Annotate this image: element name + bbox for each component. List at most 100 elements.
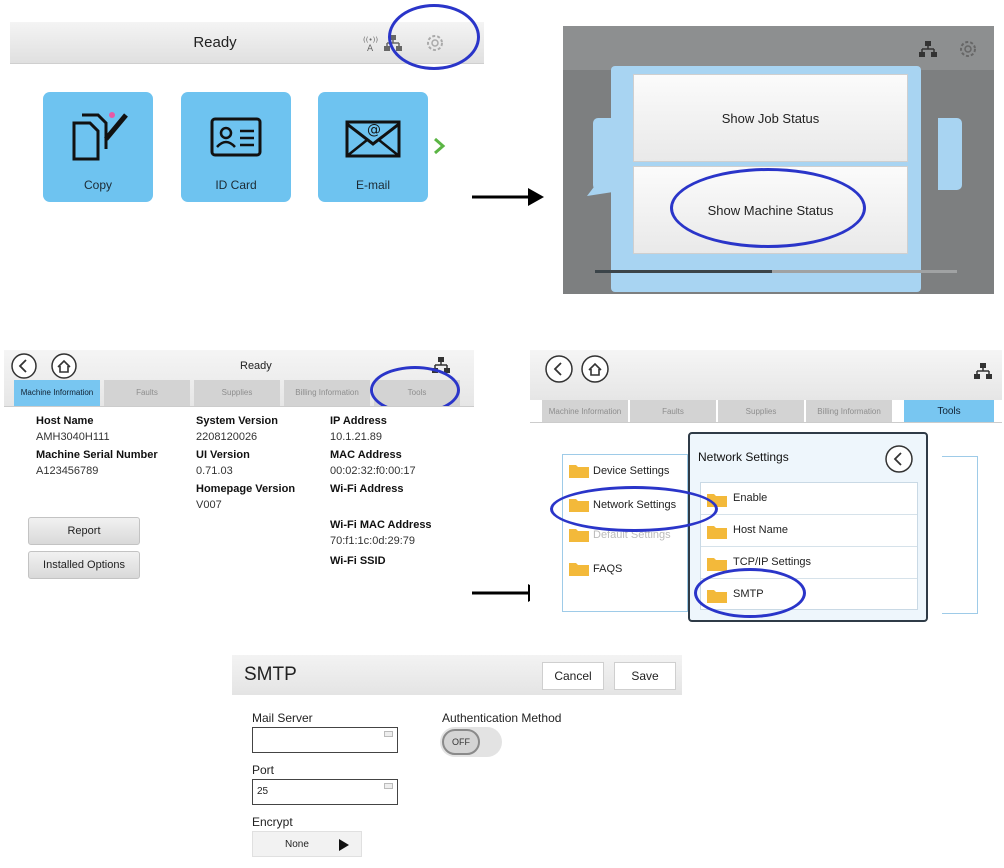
dialog-title: Network Settings [698, 450, 789, 464]
homepage-version-label: Homepage Version [196, 483, 296, 495]
tab-faults[interactable]: Faults [104, 380, 190, 406]
svg-text:((•)): ((•)) [363, 36, 378, 44]
status-text: Ready [240, 360, 272, 372]
header: SMTP Cancel Save [232, 655, 682, 695]
highlight-circle [670, 168, 866, 248]
list-item-label: Enable [733, 492, 768, 504]
tab-faults[interactable]: Faults [630, 400, 716, 424]
tab-billing-information[interactable]: Billing Information [284, 380, 370, 406]
show-job-status-button[interactable]: Show Job Status [633, 74, 908, 162]
arrow-icon [470, 186, 546, 208]
svg-text:@: @ [367, 122, 381, 138]
folder-icon [569, 561, 589, 576]
tile-label: E-mail [355, 178, 390, 192]
settings-gear-icon[interactable] [957, 38, 979, 60]
tab-supplies[interactable]: Supplies [718, 400, 804, 424]
list-item-faqs[interactable]: FAQS [593, 563, 622, 575]
id-card-icon [181, 104, 291, 170]
back-icon[interactable] [884, 444, 914, 474]
copy-icon [43, 104, 153, 170]
encrypt-value: None [285, 839, 309, 850]
port-label: Port [252, 763, 275, 777]
email-icon: @ [318, 104, 428, 170]
toggle-state: OFF [452, 737, 470, 747]
ui-version-label: UI Version [196, 449, 250, 461]
toggle-knob: OFF [442, 729, 480, 755]
highlight-circle [550, 486, 718, 532]
host-name-value: AMH3040H111 [36, 431, 110, 443]
serial-value: A123456789 [36, 465, 99, 477]
header [530, 350, 1002, 400]
wifi-address-label: Wi-Fi Address [330, 483, 404, 495]
wifi-mac-value: 70:f1:1c:0d:29:79 [330, 535, 416, 547]
list-item-enable[interactable]: Enable [701, 483, 917, 515]
serial-label: Machine Serial Number [36, 449, 158, 461]
tab-supplies[interactable]: Supplies [194, 380, 280, 406]
email-tile[interactable]: @ E-mail [318, 92, 428, 202]
keyboard-icon [384, 731, 393, 737]
home-icon[interactable] [580, 354, 610, 384]
mac-value: 00:02:32:f0:00:17 [330, 465, 416, 477]
save-button[interactable]: Save [614, 662, 676, 690]
status-bar [563, 26, 994, 70]
back-icon[interactable] [544, 354, 574, 384]
play-arrow-icon [337, 837, 351, 853]
homepage-version-value: V007 [196, 499, 222, 511]
encrypt-label: Encrypt [252, 815, 293, 829]
network-icon [919, 40, 937, 58]
mail-server-label: Mail Server [252, 711, 313, 725]
progress-fill [595, 270, 773, 273]
info-panel: Host Name AMH3040H111 Machine Serial Num… [4, 406, 474, 628]
system-version-label: System Version [196, 415, 278, 427]
svg-text:A: A [367, 44, 374, 52]
folder-icon [569, 527, 589, 542]
host-name-label: Host Name [36, 415, 94, 427]
smtp-screen: SMTP Cancel Save Mail Server Authenticat… [232, 655, 682, 865]
ip-value: 10.1.21.89 [330, 431, 382, 443]
folder-icon [707, 524, 727, 539]
network-icon [974, 362, 992, 380]
home-icon[interactable] [50, 352, 78, 380]
list-border [942, 456, 978, 614]
folder-icon [707, 556, 727, 571]
tab-machine-information[interactable]: Machine Information [542, 400, 628, 424]
popup-pointer [587, 162, 615, 198]
id-card-tile[interactable]: ID Card [181, 92, 291, 202]
encrypt-select[interactable]: None [252, 831, 362, 857]
page-title: SMTP [244, 664, 297, 685]
auth-toggle[interactable]: OFF [440, 727, 502, 757]
installed-options-button[interactable]: Installed Options [28, 551, 140, 579]
status-menu-screen: Show Job Status Show Machine Status [563, 26, 994, 294]
tab-tools[interactable]: Tools [904, 400, 994, 424]
auth-method-label: Authentication Method [442, 711, 562, 725]
mac-label: MAC Address [330, 449, 402, 461]
keyboard-icon [384, 783, 393, 789]
dimmed-tile [938, 118, 962, 190]
machine-info-screen: Ready Machine Information Faults Supplie… [4, 350, 474, 628]
report-button[interactable]: Report [28, 517, 140, 545]
mail-server-field[interactable] [252, 727, 398, 753]
back-icon[interactable] [10, 352, 38, 380]
home-screen: Ready ((•)) A Copy ID Card @ E-mail [0, 0, 490, 260]
wifi-ssid-label: Wi-Fi SSID [330, 555, 386, 567]
port-field[interactable]: 25 [252, 779, 398, 805]
status-text: Ready [193, 34, 237, 51]
ui-version-value: 0.71.03 [196, 465, 233, 477]
tab-billing-information[interactable]: Billing Information [806, 400, 892, 424]
folder-icon [569, 463, 589, 478]
tab-machine-information[interactable]: Machine Information [14, 380, 100, 406]
wifi-mac-label: Wi-Fi MAC Address [330, 519, 432, 531]
tile-label: ID Card [215, 178, 257, 192]
list-item-label: TCP/IP Settings [733, 556, 812, 568]
port-value: 25 [257, 786, 269, 797]
ip-label: IP Address [330, 415, 387, 427]
copy-tile[interactable]: Copy [43, 92, 153, 202]
tile-label: Copy [83, 178, 112, 192]
system-version-value: 2208120026 [196, 431, 258, 443]
list-item-host-name[interactable]: Host Name [701, 515, 917, 547]
cancel-button[interactable]: Cancel [542, 662, 604, 690]
wireless-icon: ((•)) A [362, 34, 382, 52]
chevron-right-icon[interactable] [432, 136, 446, 156]
list-item-device-settings[interactable]: Device Settings [593, 465, 669, 477]
highlight-circle [388, 4, 480, 70]
